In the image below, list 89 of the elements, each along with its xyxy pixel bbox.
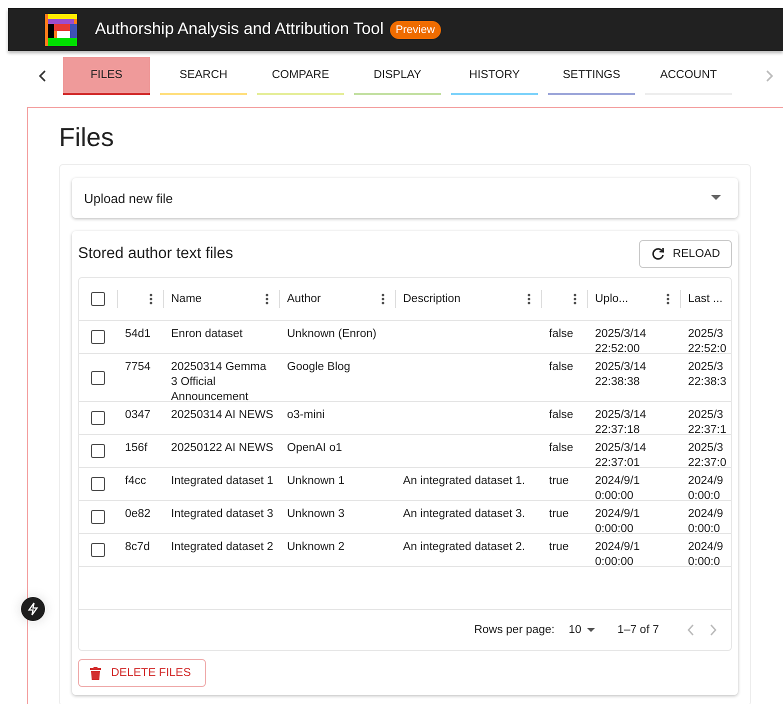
column-menu-icon[interactable] [573, 293, 577, 305]
table-cell-text: An integrated dataset 2. [403, 540, 526, 555]
table-cell-text: 7754 [125, 360, 152, 375]
row-checkbox[interactable] [91, 477, 105, 491]
table-cell-text: Unknown 1 [287, 474, 346, 489]
table-cell-text: 2025/3/14 22:52:00 [595, 327, 648, 353]
table-cell-text: 2025/3 22:38:3 [688, 360, 728, 390]
section-title: Stored author text files [78, 245, 234, 263]
table-cell-text: 2024/9/1 0:00:00 [595, 474, 641, 500]
row-checkbox[interactable] [91, 411, 105, 425]
delete-files-button[interactable]: DELETE FILES [78, 659, 206, 687]
table-cell-text: false [549, 441, 574, 456]
table-cell-text: 0e82 [125, 507, 152, 522]
row-checkbox[interactable] [91, 330, 105, 344]
lightning-button[interactable] [21, 597, 45, 621]
table-cell-text: An integrated dataset 1. [403, 474, 526, 489]
table-cell-text: 2024/9 0:00:0 [688, 474, 724, 500]
nav-tab[interactable]: HISTORY [451, 57, 538, 95]
table-cell-text: false [549, 408, 574, 423]
table-cell-text: Integrated dataset 3 [171, 507, 274, 522]
table-cell-text: f4cc [125, 474, 148, 489]
table-cell-text: 2024/9/1 0:00:00 [595, 540, 641, 566]
table-cell-text: Unknown (Enron) [287, 327, 378, 342]
preview-badge: Preview [390, 20, 441, 38]
table-cell-text: 20250314 Gemma 3 Official Announcement [171, 360, 268, 401]
caret-icon [587, 628, 596, 632]
table-cell-text: 2024/9 0:00:0 [688, 507, 724, 533]
table-cell-text: 2025/3 22:37:0 [688, 441, 728, 467]
app-title: Authorship Analysis and Attribution Tool [95, 20, 384, 39]
table-cell-text: 2025/3/14 22:38:38 [595, 360, 648, 390]
table-cell-text: 2024/9 0:00:0 [688, 540, 724, 566]
table-cell-text: 8c7d [125, 540, 151, 555]
column-header[interactable]: Author [287, 293, 321, 305]
trash-icon [90, 666, 101, 680]
column-menu-icon[interactable] [666, 293, 670, 305]
rows-per-page-select[interactable]: 10 [568, 624, 596, 636]
refresh-icon [650, 247, 665, 261]
column-header[interactable]: Last ... [688, 293, 723, 305]
caret-icon [711, 195, 721, 201]
column-menu-icon[interactable] [149, 293, 153, 305]
column-menu-icon[interactable] [265, 293, 269, 305]
lightning-icon [27, 602, 39, 616]
table-cell-text: 2025/3 22:37:1 [688, 408, 728, 434]
select-all-checkbox[interactable] [91, 292, 105, 306]
table-cell-text: false [549, 360, 574, 375]
chevron-left-icon[interactable] [38, 70, 48, 82]
nav-tab[interactable]: ACCOUNT [645, 57, 732, 95]
nav-tab[interactable]: FILES [63, 57, 150, 95]
nav-tab[interactable]: SEARCH [160, 57, 247, 95]
nav-tab[interactable]: COMPARE [257, 57, 344, 95]
row-checkbox[interactable] [91, 543, 105, 557]
column-header[interactable]: Description [403, 293, 461, 305]
table-cell-text: 2025/3/14 22:37:18 [595, 408, 648, 434]
table-cell-text: 2024/9/1 0:00:00 [595, 507, 641, 533]
nav-tab[interactable]: DISPLAY [354, 57, 441, 95]
app-logo [45, 14, 77, 46]
table-cell-text: 156f [125, 441, 148, 456]
table-cell-text: Google Blog [287, 360, 352, 375]
table-cell-text: false [549, 327, 574, 342]
row-checkbox[interactable] [91, 510, 105, 524]
row-checkbox[interactable] [91, 370, 105, 384]
table-cell-text: 2025/3 22:52:0 [688, 327, 728, 353]
table-cell-text: Integrated dataset 2 [171, 540, 274, 555]
page-range: 1–7 of 7 [617, 624, 659, 636]
row-checkbox[interactable] [91, 444, 105, 458]
table-cell-text: 0347 [125, 408, 152, 423]
column-header[interactable]: Name [171, 293, 202, 305]
column-header[interactable]: Uplo... [595, 293, 628, 305]
nav-tab[interactable]: SETTINGS [548, 57, 635, 95]
table-cell-text: An integrated dataset 3. [403, 507, 526, 522]
reload-button[interactable]: RELOAD [638, 240, 732, 268]
table-cell-text: Enron dataset [171, 327, 244, 342]
page-title: Files [59, 122, 115, 153]
table-cell-text: OpenAI o1 [287, 441, 343, 456]
column-menu-icon[interactable] [381, 293, 385, 305]
upload-accordion[interactable]: Upload new file [72, 178, 738, 218]
table-cell-text: 20250314 AI NEWS [171, 408, 274, 423]
table-cell-text: 20250122 AI NEWS [171, 441, 274, 456]
table-cell-text: Unknown 2 [287, 540, 346, 555]
table-cell-text: 2025/3/14 22:37:01 [595, 441, 648, 467]
table-cell-text: o3-mini [287, 408, 326, 423]
table-cell-text: true [549, 474, 570, 489]
column-menu-icon[interactable] [527, 293, 531, 305]
table-cell-text: true [549, 540, 570, 555]
table-cell-text: Integrated dataset 1 [171, 474, 274, 489]
table-cell-text: 54d1 [125, 327, 152, 342]
rows-per-page-label: Rows per page: [474, 624, 555, 636]
table-cell-text: true [549, 507, 570, 522]
table-cell-text: Unknown 3 [287, 507, 346, 522]
